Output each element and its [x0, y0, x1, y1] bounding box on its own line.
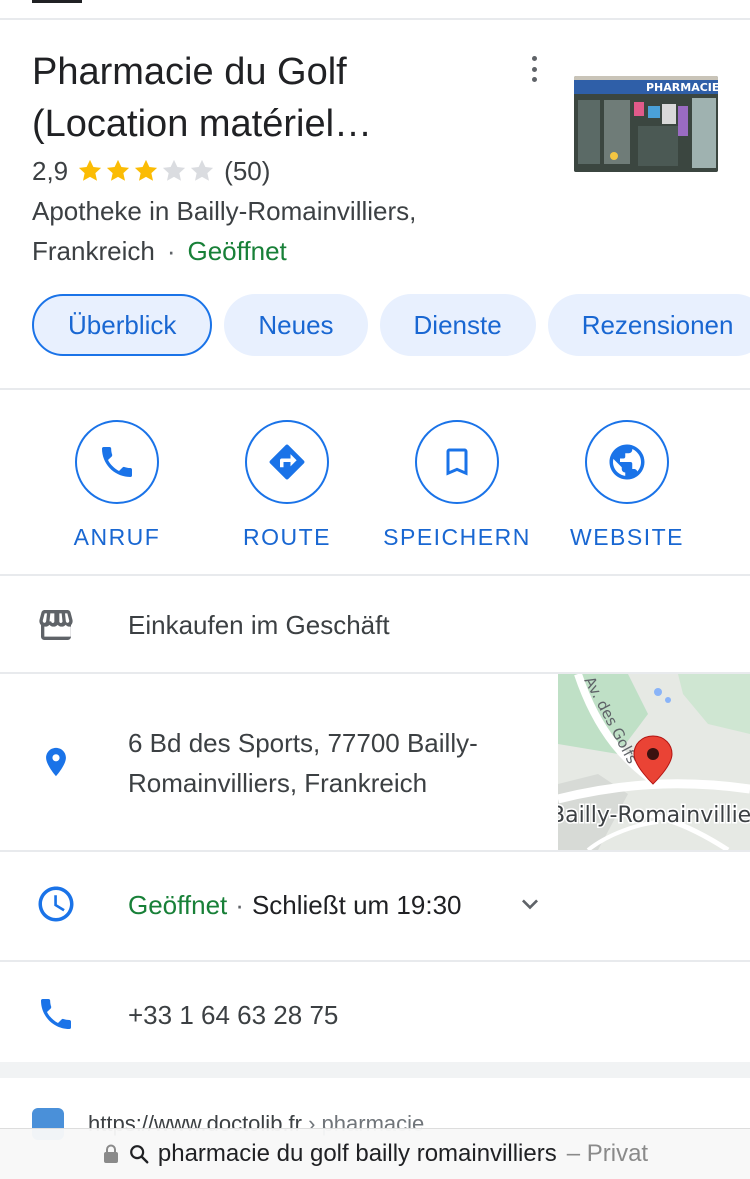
hours-separator: · [235, 890, 244, 920]
star-empty-icon [163, 159, 186, 181]
clock-icon [34, 882, 78, 926]
route-button[interactable]: ROUTE [202, 420, 372, 551]
map-town-label: Bailly-Romainvilliers [558, 803, 750, 828]
call-button[interactable]: ANRUF [32, 420, 202, 551]
address-line-1: 6 Bd des Sports, 77700 Bailly- [128, 728, 478, 758]
section-separator [0, 1062, 750, 1078]
address-line-2: Romainvilliers, Frankreich [128, 768, 428, 798]
place-tabs: Überblick Neues Dienste Rezensionen [32, 294, 750, 356]
separator-dot: · [166, 236, 176, 266]
private-mode-label: – Privat [566, 1140, 649, 1167]
hours-closing-time: Schließt um 19:30 [251, 890, 462, 920]
open-status: Geöffnet [187, 236, 287, 266]
top-divider [0, 18, 750, 20]
call-button-circle [75, 420, 159, 504]
phone-icon [102, 447, 132, 477]
globe-icon [609, 444, 645, 480]
hours-status: Geöffnet [128, 890, 228, 920]
phone-icon [34, 992, 78, 1036]
country-label: Frankreich [32, 236, 155, 266]
website-button[interactable]: WEBSITE [542, 420, 712, 551]
map-thumbnail[interactable]: Av. des Golfs Bailly-Romainvilliers [558, 674, 750, 850]
star-filled-icon [79, 159, 102, 181]
lock-icon [103, 1144, 118, 1163]
pharmacy-storefront-image: PHARMACIE [574, 76, 718, 172]
search-icon [129, 1145, 149, 1164]
header-indicator [32, 0, 82, 3]
svg-text:PHARMACIE: PHARMACIE [646, 81, 718, 94]
review-count: (50) [224, 155, 271, 186]
rating-value: 2,9 [32, 155, 69, 186]
place-photo[interactable]: PHARMACIE [574, 76, 718, 172]
place-title-line-2: (Location matériel… [32, 103, 373, 145]
storefront-icon [34, 603, 78, 647]
star-filled-icon [135, 159, 158, 181]
tab-overview[interactable]: Überblick [32, 294, 213, 356]
action-buttons: ANRUF ROUTE SPEICHERN WEBSITE [32, 420, 712, 551]
call-button-label: ANRUF [73, 524, 161, 550]
browser-address-bar[interactable]: pharmacie du golf bailly romainvilliers … [0, 1128, 750, 1179]
search-query: pharmacie du golf bailly romainvilliers [157, 1140, 557, 1167]
section-divider [0, 960, 750, 962]
phone-number[interactable]: +33 1 64 63 28 75 [128, 995, 338, 1035]
bookmark-icon [446, 448, 468, 476]
section-divider [0, 574, 750, 576]
rating-row[interactable]: 2,9 (50) [32, 154, 270, 188]
section-divider [0, 388, 750, 390]
website-button-circle [585, 420, 669, 504]
star-rating [76, 157, 216, 185]
place-title-line-1: Pharmacie du Golf [32, 51, 347, 93]
tab-reviews[interactable]: Rezensionen [547, 294, 750, 356]
save-button-label: SPEICHERN [383, 524, 531, 550]
star-empty-icon [191, 159, 214, 181]
website-button-label: WEBSITE [569, 524, 684, 550]
opening-hours[interactable]: Geöffnet · Schließt um 19:30 [128, 885, 462, 925]
directions-icon [269, 444, 305, 480]
route-button-label: ROUTE [243, 524, 331, 550]
save-button[interactable]: SPEICHERN [372, 420, 542, 551]
chevron-down-icon[interactable] [514, 888, 546, 920]
location-pin-icon [34, 740, 78, 784]
route-button-circle [245, 420, 329, 504]
tab-news[interactable]: Neues [224, 294, 368, 356]
address[interactable]: 6 Bd des Sports, 77700 Bailly- Romainvil… [128, 723, 478, 803]
category-line: Apotheke in Bailly-Romainvilliers, [32, 196, 417, 226]
shopping-option: Einkaufen im Geschäft [128, 610, 390, 640]
save-button-circle [415, 420, 499, 504]
country-status-line: Frankreich · Geöffnet [32, 234, 287, 268]
more-options-icon[interactable] [520, 52, 548, 86]
map-image: Av. des Golfs Bailly-Romainvilliers [558, 674, 750, 850]
tab-services[interactable]: Dienste [379, 294, 536, 356]
place-title: Pharmacie du Golf (Location matériel… [32, 46, 502, 150]
section-divider [0, 850, 750, 852]
star-filled-icon [107, 159, 130, 181]
